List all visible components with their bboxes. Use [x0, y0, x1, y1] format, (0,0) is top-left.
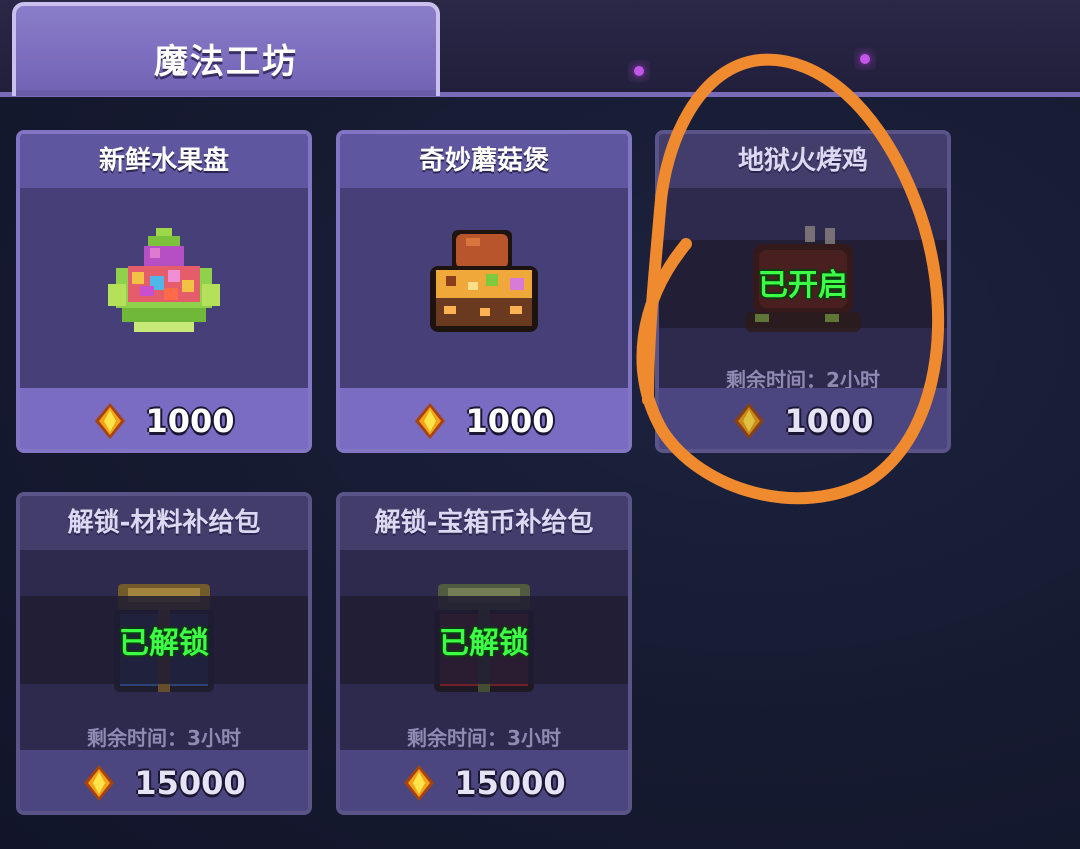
price-amount: 15000 [134, 763, 246, 802]
status-label: 已开启 [758, 268, 848, 303]
price-row: 15000 [340, 750, 628, 811]
price-amount: 1000 [465, 401, 555, 440]
card-title: 解锁-宝箱币补给包 [340, 496, 628, 550]
price-amount: 1000 [784, 401, 874, 440]
remaining-time: 剩余时间：3小时 [407, 726, 561, 750]
status-label: 已解锁 [119, 626, 209, 661]
tab-label: 魔法工坊 [154, 42, 298, 82]
price-amount: 15000 [454, 763, 566, 802]
price-row: 1000 [659, 388, 947, 449]
shop-card-roast-chicken[interactable]: 地狱火烤鸡 已开启 剩余时间：2小时 1000 [655, 130, 951, 453]
card-title: 地狱火烤鸡 [659, 134, 947, 188]
sparkle-icon [628, 60, 650, 82]
gold-gem-icon [413, 402, 447, 440]
card-body: 已解锁 剩余时间：3小时 [340, 550, 628, 750]
shop-card-mushroom-pot[interactable]: 奇妙蘑菇煲 1000 [336, 130, 632, 453]
card-body [20, 188, 308, 388]
price-row: 1000 [20, 388, 308, 449]
price-row: 15000 [20, 750, 308, 811]
card-body [340, 188, 628, 388]
card-title: 解锁-材料补给包 [20, 496, 308, 550]
price-row: 1000 [340, 388, 628, 449]
mushroom-pot-icon [430, 230, 538, 332]
gold-gem-icon [82, 764, 116, 802]
gold-gem-icon [93, 402, 127, 440]
price-amount: 1000 [145, 401, 235, 440]
card-body: 已开启 剩余时间：2小时 [659, 188, 947, 392]
remaining-time: 剩余时间：3小时 [87, 726, 241, 750]
fruit-plate-icon [108, 228, 220, 332]
shop-card-material-pack[interactable]: 解锁-材料补给包 已解锁 剩余时间：3小时 15000 [16, 492, 312, 815]
card-title: 奇妙蘑菇煲 [340, 134, 628, 188]
tab-magic-workshop[interactable]: 魔法工坊 [12, 2, 440, 96]
card-body: 已解锁 剩余时间：3小时 [20, 550, 308, 750]
gold-gem-icon [732, 402, 766, 440]
status-label: 已解锁 [439, 626, 529, 661]
shop-card-fruit-plate[interactable]: 新鲜水果盘 1000 [16, 130, 312, 453]
sparkle-icon [854, 48, 876, 70]
gold-gem-icon [402, 764, 436, 802]
card-title: 新鲜水果盘 [20, 134, 308, 188]
shop-card-chest-coin-pack[interactable]: 解锁-宝箱币补给包 已解锁 剩余时间：3小时 15000 [336, 492, 632, 815]
